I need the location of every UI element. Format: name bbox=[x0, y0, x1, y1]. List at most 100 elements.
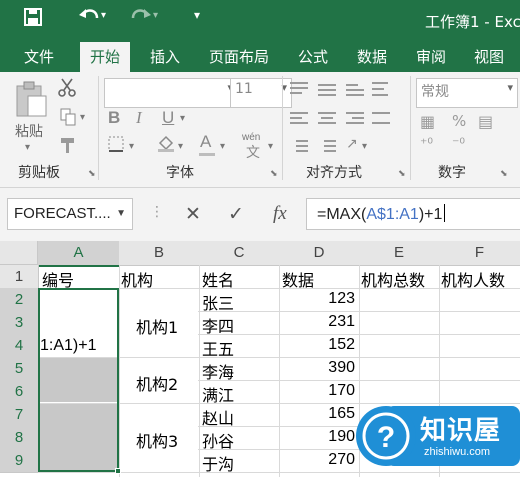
align-center-icon[interactable] bbox=[318, 112, 338, 126]
column-header-b[interactable]: B bbox=[119, 241, 200, 266]
alignment-launcher-icon[interactable]: ⬊ bbox=[398, 169, 406, 179]
increase-decimal-icon[interactable]: ⁺⁰ bbox=[420, 136, 433, 152]
cell-d2[interactable]: 123 bbox=[281, 290, 355, 308]
tab-review[interactable]: 审阅 bbox=[416, 46, 446, 67]
borders-dropdown-icon[interactable]: ▾ bbox=[129, 141, 134, 152]
tab-formulas[interactable]: 公式 bbox=[298, 46, 328, 67]
cell-d4[interactable]: 152 bbox=[281, 336, 355, 354]
font-name-combo[interactable]: ▾ bbox=[104, 78, 238, 108]
wrap-text-icon[interactable] bbox=[372, 82, 392, 96]
gridline bbox=[199, 265, 200, 477]
top-align-icon[interactable] bbox=[290, 82, 310, 96]
align-right-icon[interactable] bbox=[346, 112, 366, 126]
cell-c9[interactable]: 于沟 bbox=[202, 451, 234, 475]
insert-function-icon[interactable]: fx bbox=[273, 203, 287, 225]
decrease-indent-icon[interactable] bbox=[290, 140, 310, 154]
underline-button[interactable]: U bbox=[162, 108, 174, 128]
undo-icon[interactable] bbox=[78, 6, 100, 31]
row-header-5[interactable]: 5 bbox=[0, 357, 40, 381]
cut-icon[interactable] bbox=[58, 78, 76, 103]
tab-view[interactable]: 视图 bbox=[474, 46, 504, 67]
fill-color-icon[interactable] bbox=[157, 134, 175, 157]
cell-e1[interactable]: 机构总数 bbox=[361, 267, 439, 291]
font-color-dropdown-icon[interactable]: ▾ bbox=[220, 141, 225, 152]
font-launcher-icon[interactable]: ⬊ bbox=[270, 169, 278, 179]
cell-d1[interactable]: 数据 bbox=[282, 267, 358, 291]
row-header-1[interactable]: 1 bbox=[0, 265, 39, 289]
middle-align-icon[interactable] bbox=[318, 82, 338, 96]
number-group-label: 数字 bbox=[438, 165, 466, 181]
row-header-9[interactable]: 9 bbox=[0, 449, 40, 473]
cell-d6[interactable]: 170 bbox=[281, 382, 355, 400]
paste-dropdown-icon[interactable]: ▾ bbox=[25, 142, 30, 153]
cell-c2[interactable]: 张三 bbox=[202, 290, 234, 314]
row-header-4[interactable]: 4 bbox=[0, 334, 40, 358]
copy-dropdown-icon[interactable]: ▾ bbox=[80, 112, 85, 123]
cell-f1[interactable]: 机构人数 bbox=[441, 267, 520, 291]
customize-toolbar-icon[interactable]: ▾ bbox=[194, 8, 200, 22]
column-header-d[interactable]: D bbox=[279, 241, 360, 266]
column-header-e[interactable]: E bbox=[359, 241, 440, 266]
format-painter-icon[interactable] bbox=[60, 136, 76, 159]
cell-c5[interactable]: 李海 bbox=[202, 359, 234, 383]
row-header-7[interactable]: 7 bbox=[0, 403, 40, 427]
enter-icon[interactable]: ✓ bbox=[228, 203, 244, 225]
row-header-6[interactable]: 6 bbox=[0, 380, 40, 404]
undo-dropdown-icon[interactable]: ▾ bbox=[101, 10, 106, 21]
tab-insert[interactable]: 插入 bbox=[150, 46, 180, 67]
decrease-decimal-icon[interactable]: ⁻⁰ bbox=[452, 136, 465, 152]
bottom-align-icon[interactable] bbox=[346, 82, 366, 96]
paste-label[interactable]: 粘贴 bbox=[15, 121, 43, 141]
copy-icon[interactable] bbox=[60, 108, 76, 131]
align-left-icon[interactable] bbox=[290, 112, 310, 126]
cell-d5[interactable]: 390 bbox=[281, 359, 355, 377]
row-header-8[interactable]: 8 bbox=[0, 426, 40, 450]
formula-input[interactable]: =MAX(A$1:A1)+1 bbox=[306, 198, 520, 230]
column-header-f[interactable]: F bbox=[439, 241, 520, 266]
cell-d9[interactable]: 270 bbox=[281, 451, 355, 469]
number-launcher-icon[interactable]: ⬊ bbox=[500, 169, 508, 179]
font-color-icon[interactable]: A bbox=[200, 132, 211, 152]
save-icon[interactable] bbox=[24, 8, 42, 31]
number-format-combo[interactable]: 常规 ▾ bbox=[416, 78, 518, 108]
borders-icon[interactable] bbox=[108, 136, 124, 157]
redo-dropdown-icon[interactable]: ▾ bbox=[153, 10, 158, 21]
redo-icon[interactable] bbox=[130, 6, 152, 31]
select-all-button[interactable] bbox=[0, 241, 38, 265]
percent-icon[interactable]: % bbox=[452, 112, 466, 130]
fill-handle[interactable] bbox=[115, 468, 121, 474]
cell-c8[interactable]: 孙谷 bbox=[202, 428, 234, 452]
underline-dropdown-icon[interactable]: ▾ bbox=[180, 113, 185, 124]
cell-c3[interactable]: 李四 bbox=[202, 313, 234, 337]
row-header-3[interactable]: 3 bbox=[0, 311, 40, 335]
tab-home[interactable]: 开始 bbox=[80, 42, 131, 76]
tab-file[interactable]: 文件 bbox=[24, 46, 54, 67]
name-box[interactable]: FORECAST.... ▼ bbox=[7, 198, 133, 230]
cell-c1[interactable]: 姓名 bbox=[202, 267, 278, 291]
bold-button[interactable]: B bbox=[108, 108, 120, 128]
accounting-format-icon[interactable]: ▦ bbox=[420, 112, 435, 131]
tab-page-layout[interactable]: 页面布局 bbox=[209, 46, 269, 67]
fill-color-dropdown-icon[interactable]: ▾ bbox=[178, 141, 183, 152]
orientation-dropdown-icon[interactable]: ▾ bbox=[362, 141, 367, 152]
column-header-c[interactable]: C bbox=[199, 241, 280, 266]
increase-indent-icon[interactable] bbox=[318, 140, 338, 154]
clipboard-launcher-icon[interactable]: ⬊ bbox=[88, 169, 96, 179]
cell-c6[interactable]: 满江 bbox=[202, 382, 234, 406]
italic-button[interactable]: I bbox=[136, 108, 142, 128]
cell-c4[interactable]: 王五 bbox=[202, 336, 234, 360]
orientation-icon[interactable]: ↗ bbox=[346, 136, 358, 152]
column-header-a[interactable]: A bbox=[38, 241, 120, 267]
row-header-2[interactable]: 2 bbox=[0, 288, 40, 312]
cell-d7[interactable]: 165 bbox=[281, 405, 355, 423]
comma-style-icon[interactable]: ▤ bbox=[478, 112, 493, 131]
cancel-icon[interactable]: ✕ bbox=[185, 203, 201, 225]
cell-b1[interactable]: 机构 bbox=[121, 267, 198, 291]
cell-c7[interactable]: 赵山 bbox=[202, 405, 234, 429]
cell-d3[interactable]: 231 bbox=[281, 313, 355, 331]
tab-data[interactable]: 数据 bbox=[357, 46, 387, 67]
phonetic-dropdown-icon[interactable]: ▾ bbox=[268, 141, 273, 152]
paste-icon[interactable] bbox=[14, 80, 48, 123]
cell-d8[interactable]: 190 bbox=[281, 428, 355, 446]
merge-center-icon[interactable] bbox=[372, 112, 392, 126]
